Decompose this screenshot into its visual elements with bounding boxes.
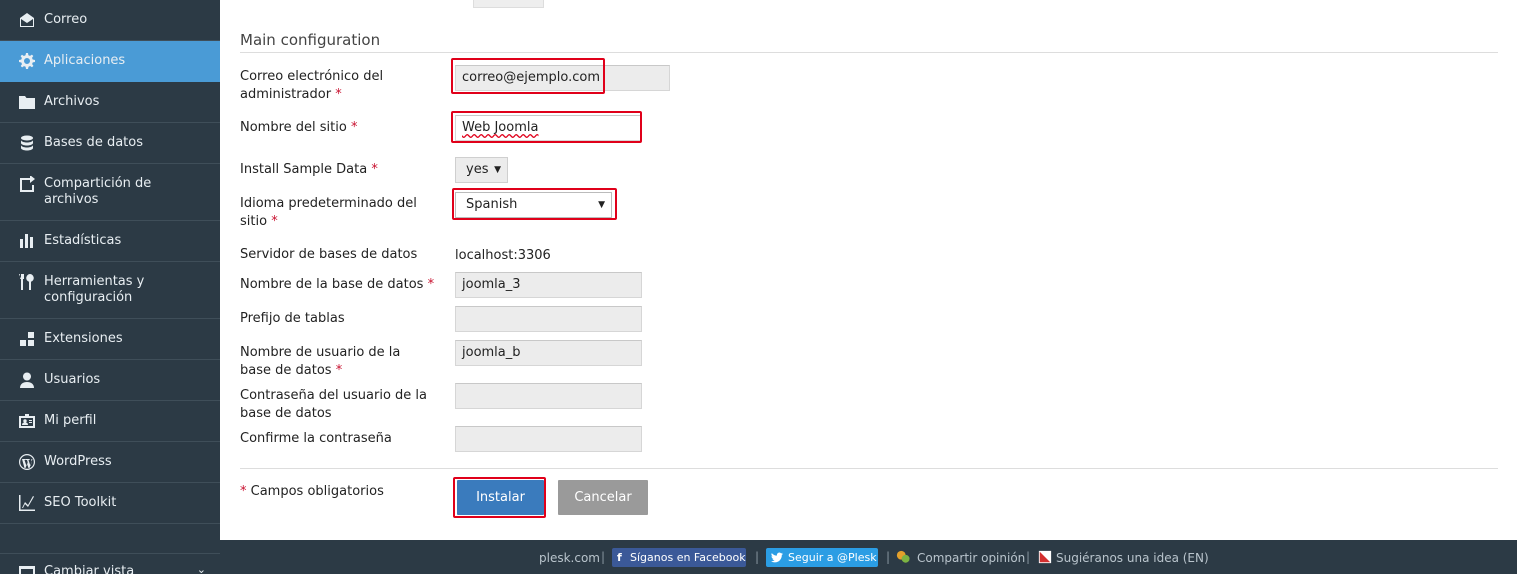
confirm-password-field[interactable] <box>455 426 642 452</box>
highlight-site-name <box>451 111 642 143</box>
sidebar-item-label: Mi perfil <box>44 413 97 428</box>
site-name-label: Nombre del sitio * <box>240 120 358 135</box>
footer-separator: | <box>755 550 760 564</box>
footer-separator: | <box>601 550 606 564</box>
section-title: Main configuration <box>240 31 381 49</box>
db-password-field[interactable] <box>455 383 642 409</box>
share-icon <box>18 176 36 192</box>
language-label: Idioma predeterminado del sitio * <box>240 196 417 229</box>
sidebar-item-label: SEO Toolkit <box>44 495 117 510</box>
sidebar-item-aplicaciones[interactable]: Aplicaciones <box>0 41 220 82</box>
sidebar-item-label: Cambiar vista <box>44 564 135 574</box>
sidebar-item-label: Usuarios <box>44 372 101 387</box>
db-password-label: Contraseña del usuario de la base de dat… <box>240 388 428 421</box>
sidebar-item-archivos[interactable]: Archivos <box>0 82 220 123</box>
sidebar: Correo Aplicaciones Archivos Bases de da… <box>0 0 220 574</box>
sidebar-item-extensiones[interactable]: Extensiones <box>0 319 220 360</box>
db-name-field[interactable]: joomla_3 <box>455 272 642 298</box>
sidebar-item-correo[interactable]: Correo <box>0 0 220 41</box>
footer: plesk.com | f Síganos en Facebook | Segu… <box>220 540 1517 574</box>
sidebar-item-label: Compartición de archivos <box>44 176 152 207</box>
table-prefix-field[interactable] <box>455 306 642 332</box>
mail-icon <box>18 12 36 28</box>
sidebar-item-mi-perfil[interactable]: Mi perfil <box>0 401 220 442</box>
sidebar-item-comparticion[interactable]: Compartición de archivos <box>0 164 220 221</box>
main-content: Main configuration Correo electrónico de… <box>220 0 1517 540</box>
highlight-admin-email <box>451 58 605 94</box>
database-icon <box>18 135 36 151</box>
gear-icon <box>18 53 36 69</box>
extensions-icon <box>18 331 36 347</box>
chat-icon <box>896 550 910 564</box>
admin-email-label: Correo electrónico del administrador * <box>240 69 384 102</box>
facebook-button[interactable]: f Síganos en Facebook <box>612 548 746 567</box>
sidebar-item-label: WordPress <box>44 454 112 469</box>
footer-separator: | <box>1026 550 1031 564</box>
sample-data-select[interactable]: yes ▼ <box>455 157 508 183</box>
sidebar-item-label: Estadísticas <box>44 233 122 248</box>
sidebar-item-bases-de-datos[interactable]: Bases de datos <box>0 123 220 164</box>
sidebar-item-label: Aplicaciones <box>44 53 126 68</box>
plesk-link[interactable]: plesk.com <box>539 550 600 566</box>
confirm-password-label: Confirme la contraseña <box>240 431 392 446</box>
sidebar-item-seo-toolkit[interactable]: SEO Toolkit <box>0 483 220 524</box>
suggest-link[interactable]: Sugiéranos una idea (EN) <box>1056 550 1209 566</box>
facebook-icon: f <box>617 551 622 564</box>
sidebar-item-wordpress[interactable]: WordPress <box>0 442 220 483</box>
dropdown-arrow-icon: ▼ <box>494 165 501 175</box>
switch-view-icon <box>18 564 36 574</box>
sidebar-item-label: Archivos <box>44 94 100 109</box>
sample-data-label: Install Sample Data * <box>240 162 378 177</box>
sidebar-item-herramientas[interactable]: Herramientas y configuración <box>0 262 220 319</box>
db-user-field[interactable]: joomla_b <box>455 340 642 366</box>
divider <box>240 52 1498 53</box>
sidebar-item-label: Bases de datos <box>44 135 143 150</box>
feedback-link[interactable]: Compartir opinión <box>917 550 1025 566</box>
divider <box>240 468 1498 469</box>
chevron-down-icon: ⌄ <box>196 563 206 574</box>
sidebar-item-usuarios[interactable]: Usuarios <box>0 360 220 401</box>
db-server-label: Servidor de bases de datos <box>240 247 418 262</box>
sidebar-item-label: Herramientas y configuración <box>44 274 145 305</box>
highlight-language <box>452 188 617 220</box>
sidebar-item-label: Extensiones <box>44 331 123 346</box>
sidebar-item-label: Correo <box>44 12 88 27</box>
seo-icon <box>18 495 36 511</box>
folder-icon <box>18 94 36 110</box>
sidebar-item-cambiar-vista[interactable]: Cambiar vista ⌄ <box>0 553 220 574</box>
db-user-label: Nombre de usuario de la base de datos * <box>240 345 401 378</box>
sidebar-item-estadisticas[interactable]: Estadísticas <box>0 221 220 262</box>
cancel-button[interactable]: Cancelar <box>558 480 648 515</box>
highlight-install <box>453 477 546 518</box>
idea-icon <box>1038 550 1052 564</box>
previous-field-stub <box>473 0 544 8</box>
db-server-value: localhost:3306 <box>455 248 551 263</box>
profile-icon <box>18 413 36 429</box>
db-name-label: Nombre de la base de datos * <box>240 277 435 292</box>
twitter-icon <box>771 552 783 563</box>
bar-chart-icon <box>18 233 36 249</box>
tools-icon <box>18 274 36 290</box>
required-note: * Campos obligatorios <box>240 484 384 499</box>
wordpress-icon <box>18 454 36 470</box>
footer-separator: | <box>886 550 891 564</box>
user-icon <box>18 372 36 388</box>
table-prefix-label: Prefijo de tablas <box>240 311 345 326</box>
twitter-button[interactable]: Seguir a @Plesk <box>766 548 878 567</box>
